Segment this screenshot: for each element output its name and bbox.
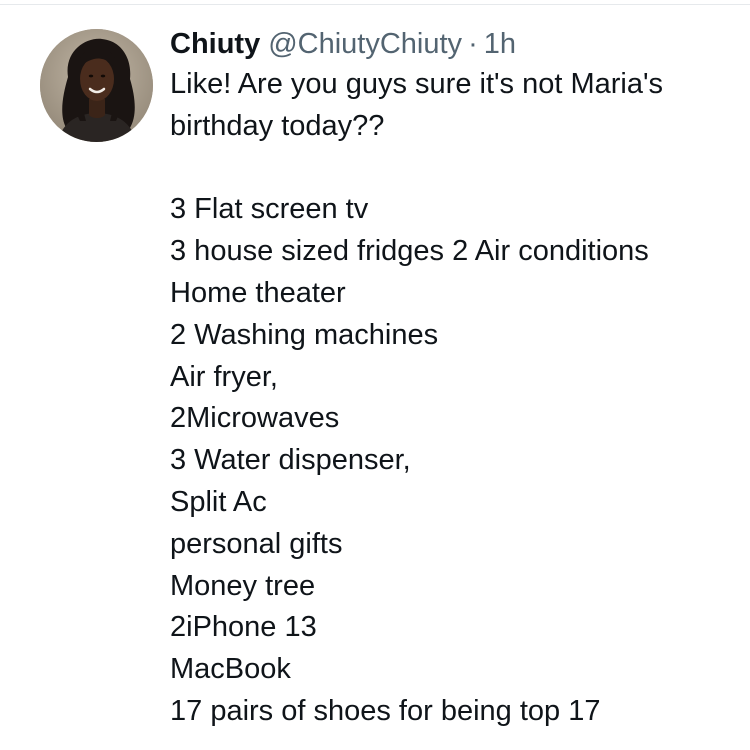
author-display-name[interactable]: Chiuty [170,24,260,64]
tweet-content: Chiuty @ChiutyChiuty · 1h Like! Are you … [170,24,740,733]
list-item: 2Microwaves [170,402,340,435]
intro-line: birthday today?? [170,109,385,142]
list-item: Home theater [170,276,346,309]
list-item: 2iPhone 13 [170,611,317,644]
list-item: 2 Washing machines [170,318,439,351]
list-item: 3 house sized fridges 2 Air conditions [170,235,649,268]
avatar-image [40,29,153,142]
tweet-card[interactable]: Chiuty @ChiutyChiuty · 1h Like! Are you … [0,0,750,750]
header-separator: · [468,28,478,60]
list-item: personal gifts [170,527,343,560]
avatar[interactable] [40,29,153,142]
tweet-timestamp[interactable]: 1h [484,24,516,64]
list-item: 17 pairs of shoes for being top 17 [170,694,601,727]
tweet-text: Like! Are you guys sure it's not Maria's… [170,64,740,733]
gift-list: 3 Flat screen tv 3 house sized fridges 2… [170,189,740,732]
tweet-header: Chiuty @ChiutyChiuty · 1h [170,24,740,64]
list-item: Split Ac [170,485,267,518]
intro-line: Like! Are you guys sure it's not Maria's [170,68,664,100]
list-item: 3 Water dispenser, [170,444,411,477]
list-item: Air fryer, [170,360,278,393]
list-item: 3 Flat screen tv [170,193,369,226]
list-item: Money tree [170,569,316,602]
list-item: MacBook [170,653,291,686]
author-handle[interactable]: @ChiutyChiuty [268,24,462,64]
